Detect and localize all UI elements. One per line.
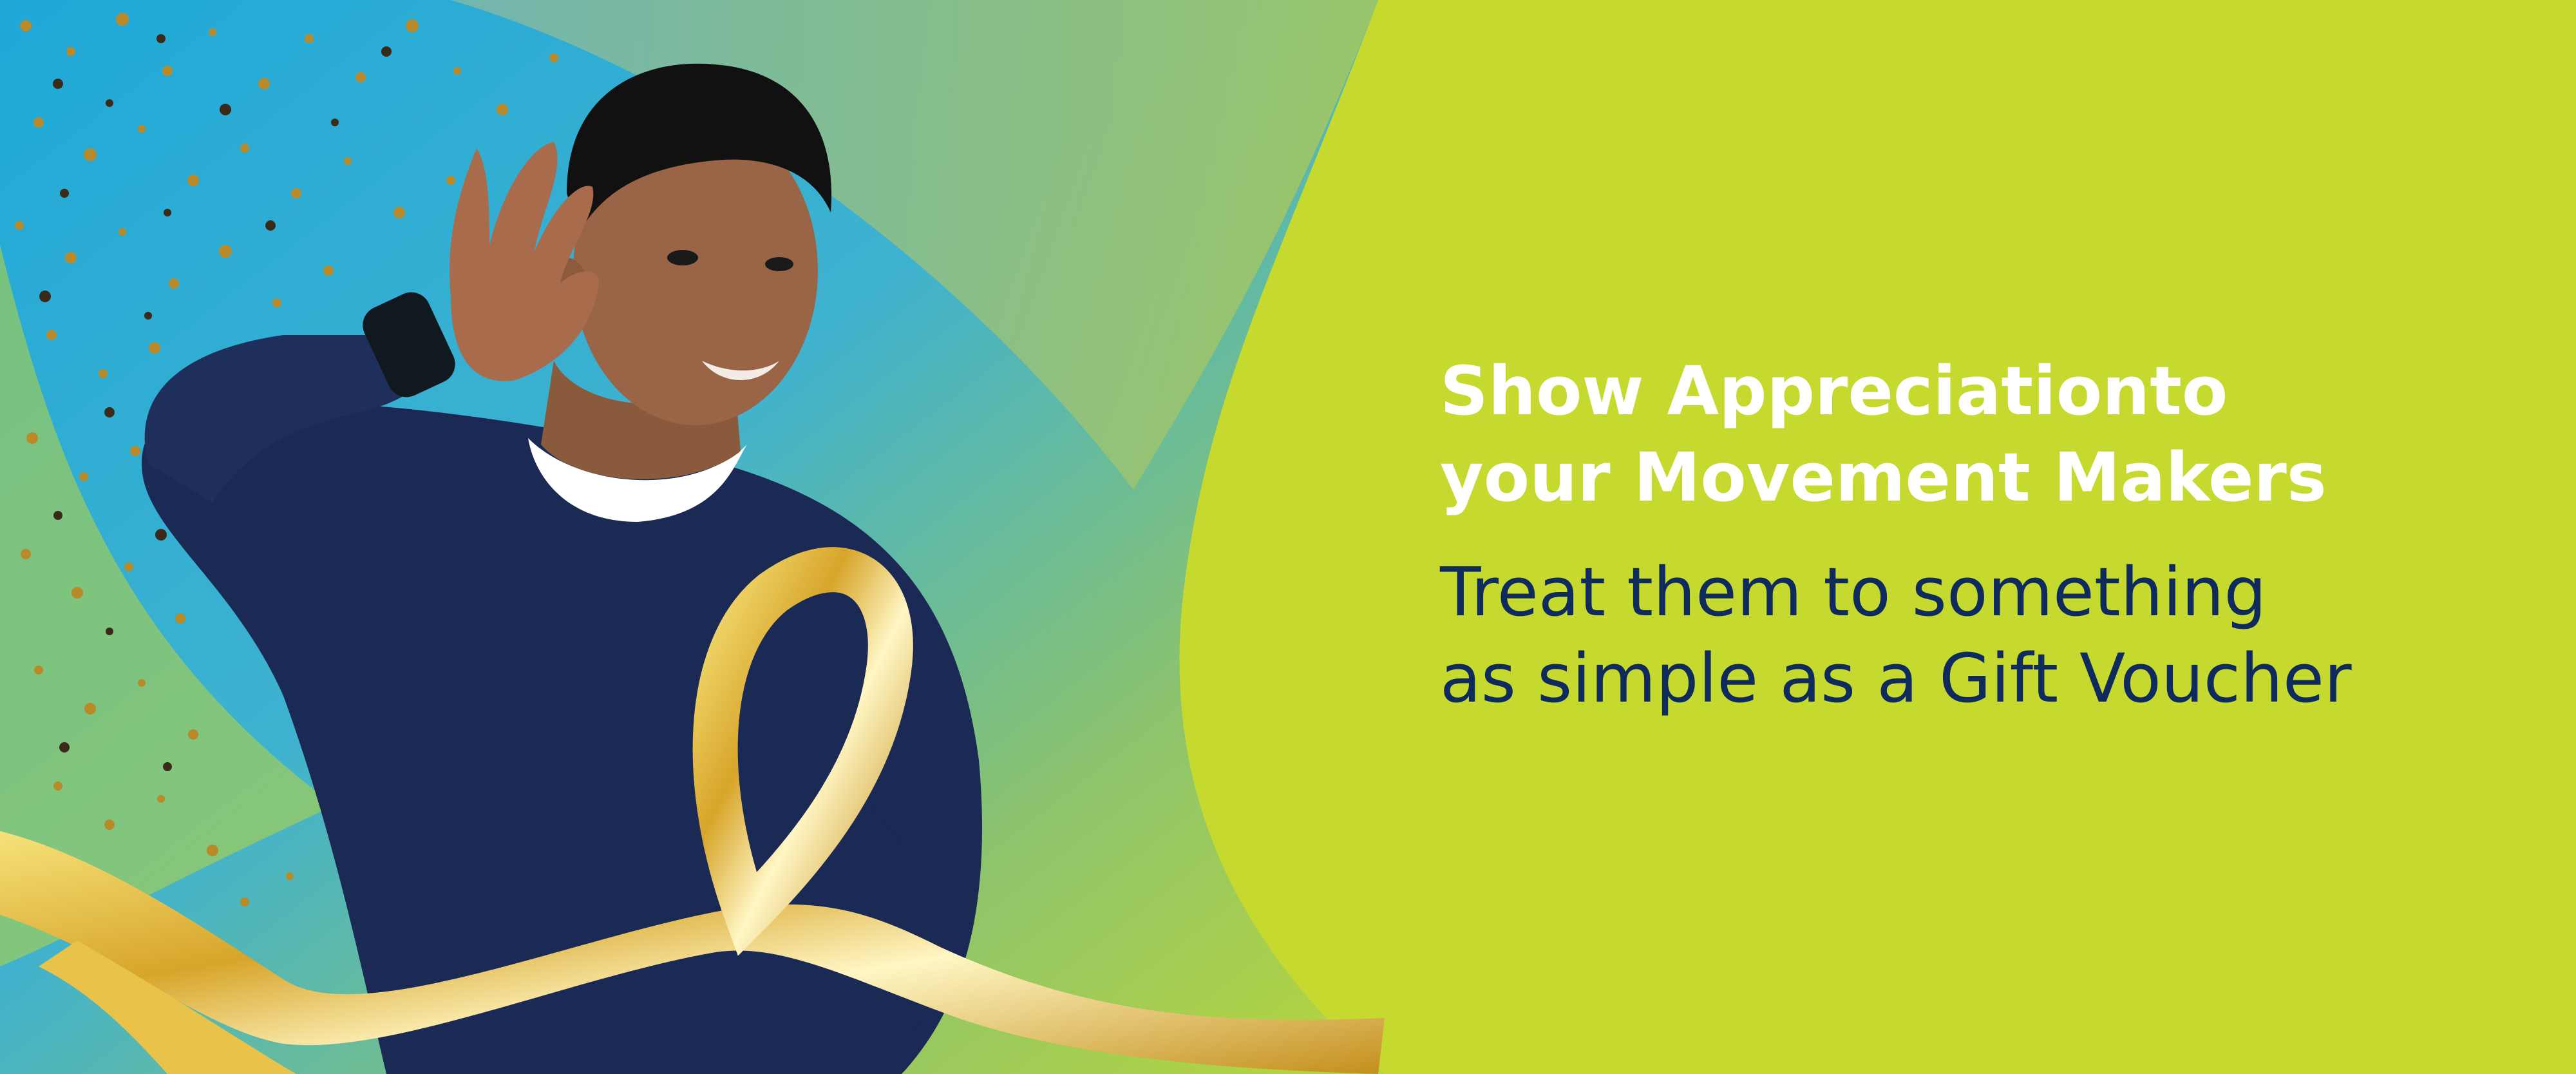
hero-illustration xyxy=(0,0,1385,1074)
headline-line-2: your Movement Makers xyxy=(1440,438,2327,517)
subheadline-line-1: Treat them to something xyxy=(1440,553,2267,631)
subheadline-line-2: as simple as a Gift Voucher xyxy=(1440,639,2352,718)
promo-banner: Show Appreciationto your Movement Makers… xyxy=(0,0,2576,1074)
subheadline: Treat them to something as simple as a G… xyxy=(1440,549,2535,722)
headline-line-1: Show Appreciationto xyxy=(1440,352,2228,430)
banner-copy: Show Appreciationto your Movement Makers… xyxy=(1440,348,2535,722)
headline: Show Appreciationto your Movement Makers xyxy=(1440,348,2535,521)
